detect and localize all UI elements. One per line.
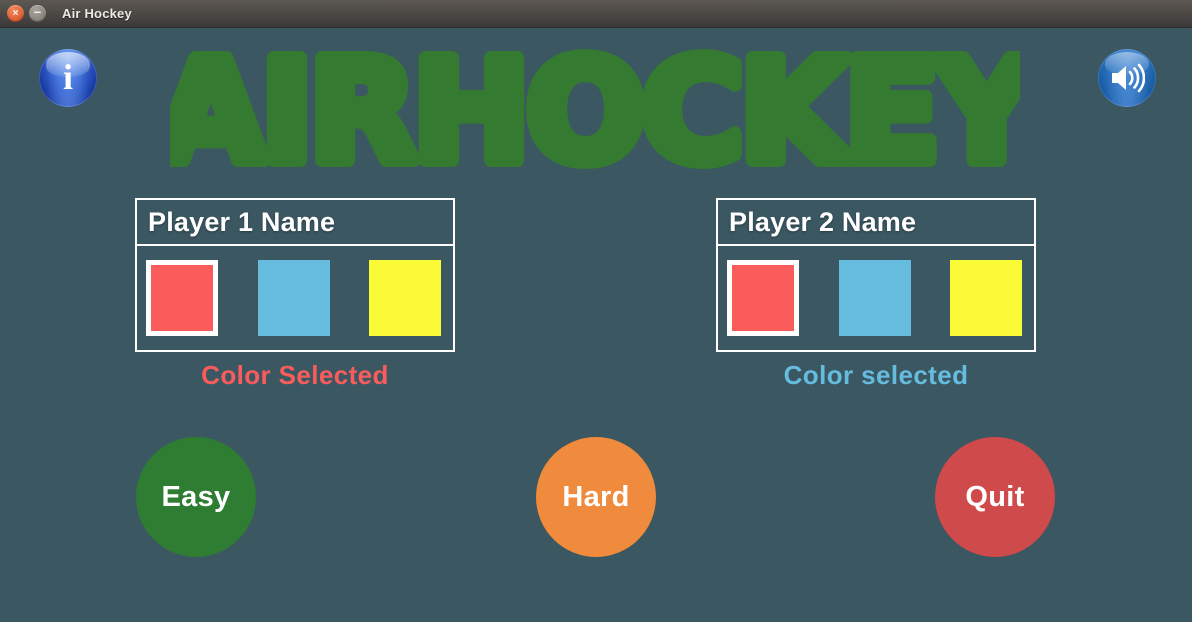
player2-panel: Player 2 Name — [716, 198, 1036, 352]
player2-swatch-yellow[interactable] — [950, 260, 1022, 336]
quit-button-label: Quit — [965, 480, 1025, 513]
speaker-icon — [1098, 49, 1156, 107]
player1-color-swatches — [137, 246, 453, 350]
player1-color-status-label: Color Selected — [201, 360, 389, 390]
info-button[interactable]: i — [39, 49, 97, 107]
easy-difficulty-button[interactable]: Easy — [136, 437, 256, 557]
hard-button-label: Hard — [562, 480, 630, 513]
player1-swatch-cyan[interactable] — [257, 260, 330, 336]
player2-swatch-cyan[interactable] — [838, 260, 911, 336]
sound-toggle-button[interactable] — [1098, 49, 1156, 107]
player1-swatch-red[interactable] — [146, 260, 218, 336]
game-logo-text: AIRHOCKEY — [170, 48, 1020, 193]
minimize-icon: – — [33, 4, 42, 19]
air-hockey-window: × – Air Hockey i AIRHOCKEY Player 1 Name — [0, 0, 1192, 622]
game-logo: AIRHOCKEY — [170, 48, 1020, 193]
player2-color-status-label: Color selected — [783, 360, 969, 390]
window-titlebar: × – Air Hockey — [0, 0, 1192, 28]
player1-swatch-yellow[interactable] — [369, 260, 441, 336]
player1-panel: Player 1 Name — [135, 198, 455, 352]
hard-difficulty-button[interactable]: Hard — [536, 437, 656, 557]
window-minimize-button[interactable]: – — [29, 5, 46, 22]
quit-button[interactable]: Quit — [935, 437, 1055, 557]
player1-name-input[interactable]: Player 1 Name — [137, 200, 453, 246]
player2-swatch-red[interactable] — [727, 260, 799, 336]
player2-name-input[interactable]: Player 2 Name — [718, 200, 1034, 246]
close-icon: × — [12, 7, 19, 19]
player2-color-swatches — [718, 246, 1034, 350]
easy-button-label: Easy — [161, 480, 231, 513]
window-close-button[interactable]: × — [7, 5, 24, 22]
window-title: Air Hockey — [62, 6, 132, 21]
info-icon: i — [62, 56, 73, 97]
